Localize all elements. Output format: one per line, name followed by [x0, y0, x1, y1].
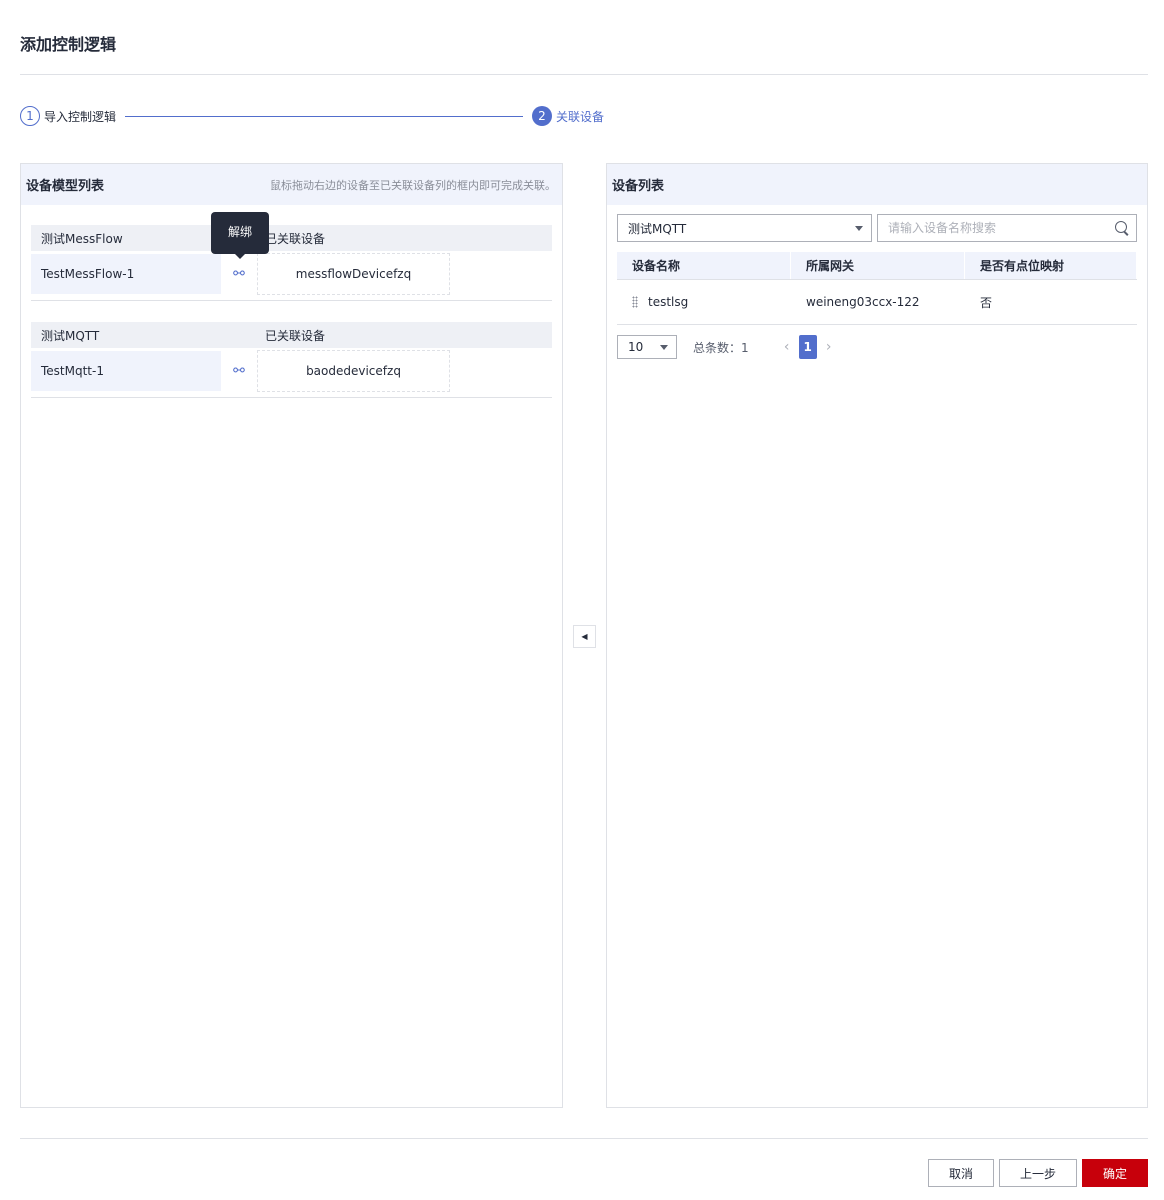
device-model-panel-header: 设备模型列表 鼠标拖动右边的设备至已关联设备列的框内即可完成关联。 — [21, 164, 562, 205]
model-block-mqtt: 测试MQTT 已关联设备 TestMqtt-1 ⚯ baodedevicefzq — [31, 322, 552, 398]
device-name-cell: testlsg — [617, 295, 791, 309]
model-instance-row: TestMessFlow-1 ⚯ messflowDevicefzq — [31, 251, 552, 301]
step-2: 2 关联设备 — [532, 106, 604, 126]
table-row[interactable]: testlsg weineng03ccx-122 否 — [617, 280, 1137, 325]
model-header: 测试MessFlow 已关联设备 — [31, 225, 552, 251]
model-name: 测试MQTT — [41, 328, 100, 343]
model-header: 测试MQTT 已关联设备 — [31, 322, 552, 348]
linked-device-drop-box[interactable]: baodedevicefzq — [257, 350, 450, 392]
model-select[interactable]: 测试MQTT — [617, 214, 872, 242]
mapping-cell: 否 — [980, 295, 993, 310]
link-icon[interactable]: ⚯ — [221, 351, 257, 391]
gateway-cell: weineng03ccx-122 — [806, 295, 920, 309]
search-icon[interactable] — [1114, 220, 1130, 236]
device-search — [877, 214, 1137, 242]
pagination: 10 总条数：1 ‹ 1 › — [617, 335, 841, 359]
unbind-tooltip: 解绑 — [211, 212, 269, 259]
column-header-gateway[interactable]: 所属网关 — [791, 252, 965, 279]
drag-hint: 鼠标拖动右边的设备至已关联设备列的框内即可完成关联。 — [270, 178, 556, 192]
collapse-arrow-icon[interactable]: ◀ — [573, 625, 596, 648]
device-name: testlsg — [648, 295, 689, 309]
column-header-mapping[interactable]: 是否有点位映射 — [965, 252, 1137, 279]
model-select-value: 测试MQTT — [628, 221, 687, 236]
caret-down-icon — [855, 225, 863, 231]
dialog-title: 添加控制逻辑 — [20, 35, 117, 54]
device-search-input[interactable] — [888, 221, 1114, 235]
link-icon[interactable]: ⚯ — [221, 254, 257, 294]
device-model-panel: 设备模型列表 鼠标拖动右边的设备至已关联设备列的框内即可完成关联。 测试Mess… — [20, 163, 563, 1108]
cancel-button[interactable]: 取消 — [928, 1159, 994, 1187]
step-1-number: 1 — [20, 106, 40, 126]
device-list-panel-header: 设备列表 — [607, 164, 1147, 205]
step-1-label: 导入控制逻辑 — [44, 109, 117, 124]
total-count: 总条数：1 — [693, 340, 749, 355]
column-header-name[interactable]: 设备名称 — [617, 252, 791, 279]
linked-devices-header: 已关联设备 — [265, 231, 326, 246]
page-size-value: 10 — [628, 340, 644, 354]
model-instance: TestMessFlow-1 — [31, 254, 221, 294]
caret-down-icon — [660, 344, 668, 350]
drag-handle-icon[interactable] — [632, 296, 638, 308]
chevron-left-icon[interactable]: ‹ — [775, 335, 799, 359]
model-instance: TestMqtt-1 — [31, 351, 221, 391]
device-list-panel: 设备列表 测试MQTT 设备名称 所属网关 是否有点位映射 testlsg we… — [606, 163, 1148, 1108]
device-list-panel-title: 设备列表 — [612, 179, 665, 194]
model-instance-row: TestMqtt-1 ⚯ baodedevicefzq — [31, 348, 552, 398]
step-1: 1 导入控制逻辑 — [20, 106, 116, 126]
table-header: 设备名称 所属网关 是否有点位映射 — [617, 252, 1137, 280]
page-size-select[interactable]: 10 — [617, 335, 677, 359]
model-block-messflow: 测试MessFlow 已关联设备 TestMessFlow-1 ⚯ messfl… — [31, 225, 552, 301]
step-2-label: 关联设备 — [556, 109, 605, 124]
device-table: 设备名称 所属网关 是否有点位映射 testlsg weineng03ccx-1… — [617, 252, 1137, 325]
title-divider — [20, 74, 1148, 75]
linked-device-drop-box[interactable]: messflowDevicefzq — [257, 253, 450, 295]
step-2-number: 2 — [532, 106, 552, 126]
device-model-panel-title: 设备模型列表 — [26, 179, 105, 194]
linked-devices-header: 已关联设备 — [265, 328, 326, 343]
footer-divider — [20, 1138, 1148, 1139]
page-number-current[interactable]: 1 — [798, 335, 817, 359]
previous-step-button[interactable]: 上一步 — [999, 1159, 1077, 1187]
step-connector — [125, 116, 523, 117]
confirm-button[interactable]: 确定 — [1082, 1159, 1148, 1187]
chevron-right-icon[interactable]: › — [817, 335, 841, 359]
